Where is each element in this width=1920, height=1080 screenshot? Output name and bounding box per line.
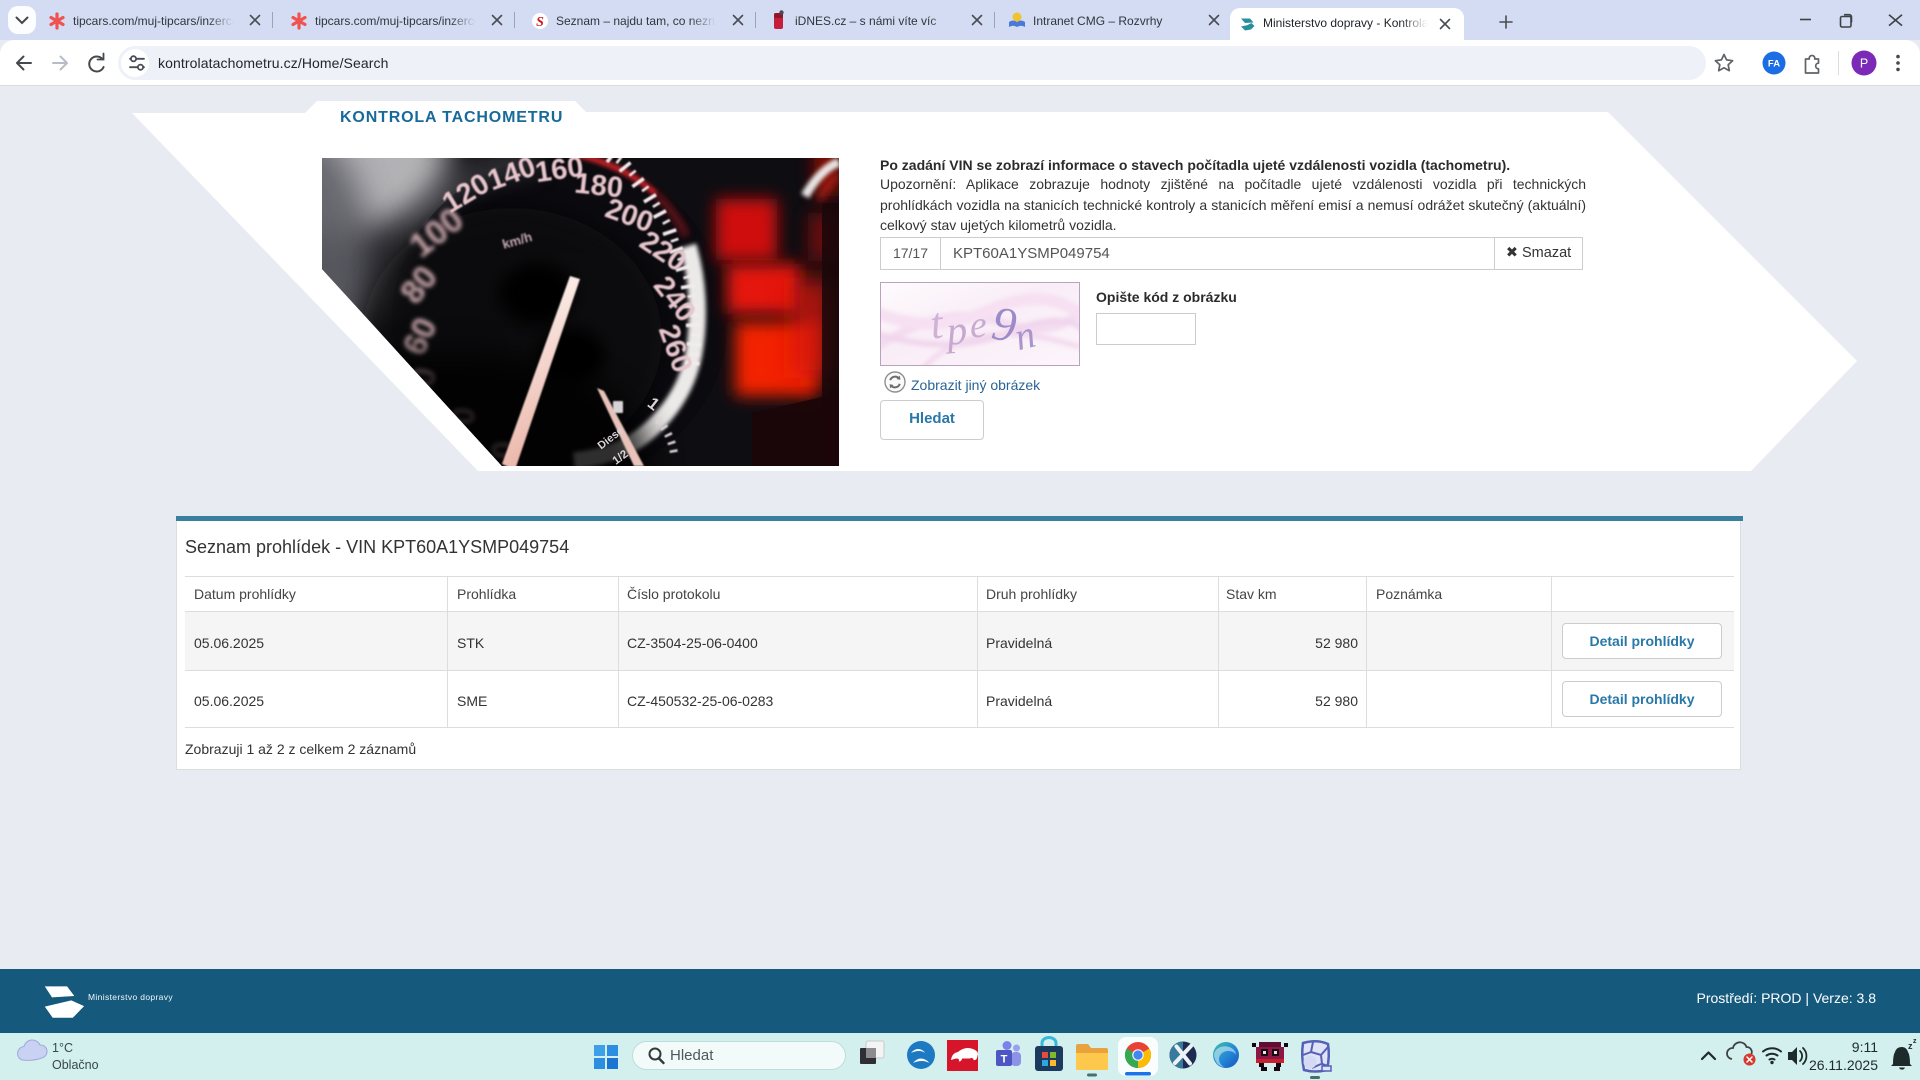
svg-text:T: T [1001,1054,1008,1066]
svg-text:z: z [1913,1038,1917,1045]
svg-text:e: e [968,303,988,346]
svg-text:P: P [1860,57,1868,71]
svg-text:S: S [536,15,544,30]
svg-text:FA: FA [1768,59,1780,70]
